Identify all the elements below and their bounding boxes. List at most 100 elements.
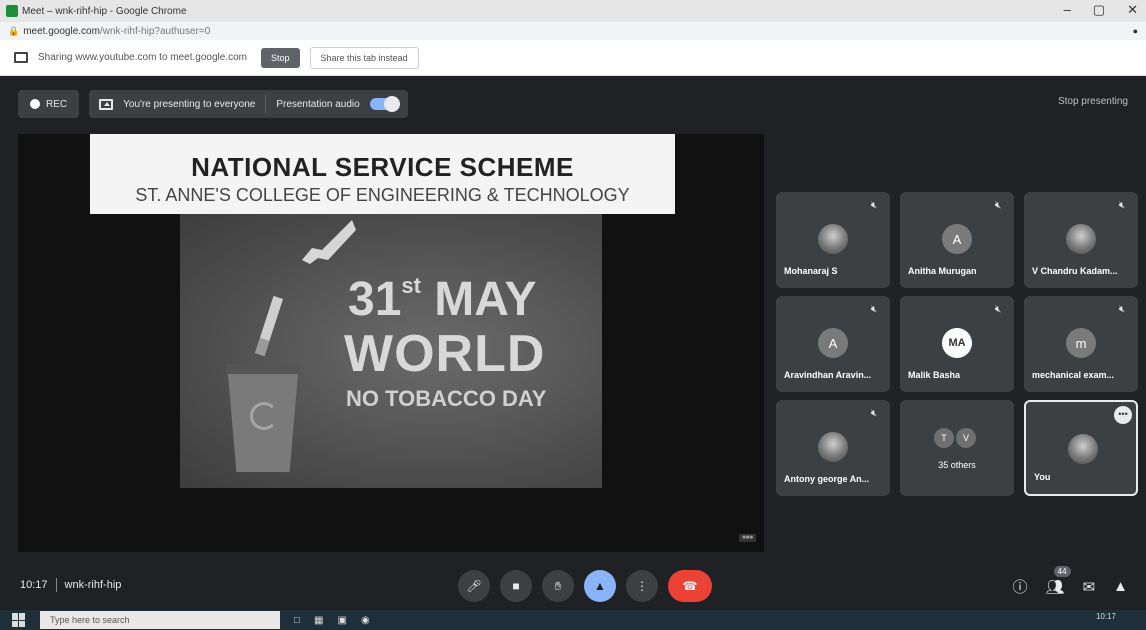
nss-banner: NATIONAL SERVICE SCHEME ST. ANNE'S COLLE… bbox=[90, 134, 675, 214]
mic-off-icon: 🔇︎ bbox=[870, 304, 878, 315]
mic-off-icon: 🔇︎ bbox=[1118, 304, 1126, 315]
maximize-button[interactable]: ▢ bbox=[1093, 2, 1105, 18]
slide-date: 31st MAY bbox=[348, 272, 537, 327]
raise-hand-button[interactable]: ✋︎ bbox=[542, 570, 574, 602]
side-panel-buttons: ⓘ 👥︎ 44 ✉ ▲ bbox=[1013, 565, 1128, 597]
participant-tile[interactable]: 🔇︎ V Chandru Kadam... bbox=[1024, 192, 1138, 288]
camera-indicator-icon[interactable]: ● bbox=[1133, 26, 1138, 36]
camera-off-button[interactable]: ■ bbox=[500, 570, 532, 602]
call-controls: 🎤︎ ■ ✋︎ ▲ ⋮ ☎︎ bbox=[458, 570, 712, 602]
presented-slide: 31st MAY WORLD NO TOBACCO DAY bbox=[180, 214, 602, 488]
day-suffix: st bbox=[401, 273, 421, 298]
others-avatars: T V bbox=[934, 428, 976, 448]
avatar: MA bbox=[942, 328, 972, 358]
rec-label: REC bbox=[46, 98, 68, 110]
participant-tile[interactable]: 🔇︎ Mohanaraj S bbox=[776, 192, 890, 288]
screen-share-icon bbox=[14, 52, 28, 63]
task-view-icon[interactable]: □ bbox=[294, 615, 300, 626]
recycle-icon bbox=[250, 402, 278, 430]
day-number: 31 bbox=[348, 273, 402, 326]
store-icon[interactable]: ▣ bbox=[338, 615, 347, 626]
divider bbox=[265, 95, 267, 113]
chat-icon[interactable]: ✉ bbox=[1083, 578, 1096, 596]
windows-taskbar: Type here to search □ ▦ ▣ ◉ 10:17 bbox=[0, 610, 1146, 630]
participant-name: V Chandru Kadam... bbox=[1032, 266, 1118, 276]
meet-window: REC You're presenting to everyone Presen… bbox=[0, 76, 1146, 610]
microphone-button[interactable]: 🎤︎ bbox=[458, 570, 490, 602]
meeting-code: wnk-rihf-hip bbox=[64, 579, 122, 591]
participant-name: Malik Basha bbox=[908, 370, 961, 380]
meet-top-bar: REC You're presenting to everyone Presen… bbox=[18, 90, 408, 118]
people-icon: 👥︎ bbox=[1045, 578, 1065, 596]
watermark: ■■■ bbox=[739, 534, 756, 542]
participant-name: You bbox=[1034, 472, 1051, 482]
url-path: /wnk-rihf-hip?authuser=0 bbox=[99, 25, 211, 37]
stop-sharing-button[interactable]: Stop bbox=[261, 47, 300, 68]
presentation-audio-toggle[interactable] bbox=[369, 96, 400, 112]
others-tile[interactable]: T V 35 others bbox=[900, 400, 1014, 496]
window-title: Meet – wnk-rihf-hip - Google Chrome bbox=[22, 5, 187, 17]
presentation-audio-label: Presentation audio bbox=[276, 98, 360, 110]
mic-off-icon: 🔇︎ bbox=[870, 200, 878, 211]
taskbar-search-input[interactable]: Type here to search bbox=[40, 611, 280, 629]
taskbar-clock: 10:17 bbox=[1095, 612, 1116, 621]
recording-indicator[interactable]: REC bbox=[18, 90, 80, 118]
leave-call-button[interactable]: ☎︎ bbox=[668, 570, 712, 602]
slide-world: WORLD bbox=[344, 325, 546, 383]
share-this-tab-button[interactable]: Share this tab instead bbox=[309, 46, 419, 69]
mic-off-icon: 🔇︎ bbox=[1118, 200, 1126, 211]
url-host: meet.google.com bbox=[23, 25, 100, 37]
meet-control-bar: 10:17 wnk-rihf-hip 🎤︎ ■ ✋︎ ▲ ⋮ ☎︎ ⓘ 👥︎ 4… bbox=[0, 565, 1146, 610]
present-screen-icon bbox=[99, 98, 114, 110]
sharing-message: Sharing www.youtube.com to meet.google.c… bbox=[38, 52, 247, 63]
file-explorer-icon[interactable]: ▦ bbox=[314, 615, 323, 626]
stop-presenting-button[interactable]: Stop presenting bbox=[1058, 96, 1128, 107]
mic-off-icon: 🔇︎ bbox=[994, 200, 1002, 211]
avatar: m bbox=[1066, 328, 1096, 358]
participant-tile[interactable]: 🔇︎ m mechanical exam... bbox=[1024, 296, 1138, 392]
divider bbox=[55, 578, 57, 592]
address-bar[interactable]: 🔒 meet.google.com /wnk-rihf-hip?authuser… bbox=[0, 22, 1146, 40]
minimize-button[interactable]: – bbox=[1064, 2, 1071, 18]
presenting-banner: You're presenting to everyone Presentati… bbox=[89, 90, 408, 118]
toggle-knob bbox=[383, 96, 400, 112]
meeting-details: 10:17 wnk-rihf-hip bbox=[20, 578, 121, 592]
more-options-icon[interactable]: ••• bbox=[1114, 406, 1132, 424]
participant-tile[interactable]: 🔇︎ MA Malik Basha bbox=[900, 296, 1014, 392]
meeting-time: 10:17 bbox=[20, 579, 48, 591]
people-button[interactable]: 👥︎ 44 bbox=[1045, 565, 1071, 596]
participant-tile[interactable]: 🔇︎ A Aravindhan Aravin... bbox=[776, 296, 890, 392]
presentation-stage: NATIONAL SERVICE SCHEME ST. ANNE'S COLLE… bbox=[18, 134, 764, 552]
more-options-button[interactable]: ⋮ bbox=[626, 570, 658, 602]
participant-name: Antony george An... bbox=[784, 474, 870, 484]
avatar: A bbox=[942, 224, 972, 254]
participant-name: mechanical exam... bbox=[1032, 370, 1115, 380]
people-count-badge: 44 bbox=[1053, 565, 1071, 577]
slide-event-name: NO TOBACCO DAY bbox=[346, 386, 547, 411]
present-now-button[interactable]: ▲ bbox=[584, 570, 616, 602]
mic-off-icon: 🔇︎ bbox=[870, 408, 878, 419]
chrome-icon[interactable]: ◉ bbox=[361, 615, 370, 626]
avatar: V bbox=[956, 428, 976, 448]
others-count: 35 others bbox=[938, 460, 976, 470]
banner-subtitle: ST. ANNE'S COLLEGE OF ENGINEERING & TECH… bbox=[135, 185, 630, 205]
activities-icon[interactable]: ▲ bbox=[1113, 578, 1128, 595]
avatar bbox=[1066, 224, 1096, 254]
self-tile[interactable]: ••• You bbox=[1024, 400, 1138, 496]
cigarette-icon bbox=[254, 295, 284, 357]
avatar bbox=[818, 432, 848, 462]
presenting-label: You're presenting to everyone bbox=[123, 98, 256, 110]
avatar bbox=[1068, 434, 1098, 464]
participant-tile[interactable]: 🔇︎ Antony george An... bbox=[776, 400, 890, 496]
avatar: A bbox=[818, 328, 848, 358]
meeting-details-icon[interactable]: ⓘ bbox=[1013, 576, 1028, 597]
windows-start-icon[interactable] bbox=[12, 613, 26, 627]
meet-app-icon bbox=[6, 5, 18, 17]
window-controls: – ▢ ✕ bbox=[1064, 2, 1138, 18]
mic-off-icon: 🔇︎ bbox=[994, 304, 1002, 315]
lock-icon: 🔒 bbox=[8, 25, 20, 36]
month: MAY bbox=[434, 273, 537, 326]
participant-tile[interactable]: 🔇︎ A Anitha Murugan bbox=[900, 192, 1014, 288]
avatar bbox=[818, 224, 848, 254]
close-button[interactable]: ✕ bbox=[1127, 2, 1138, 18]
